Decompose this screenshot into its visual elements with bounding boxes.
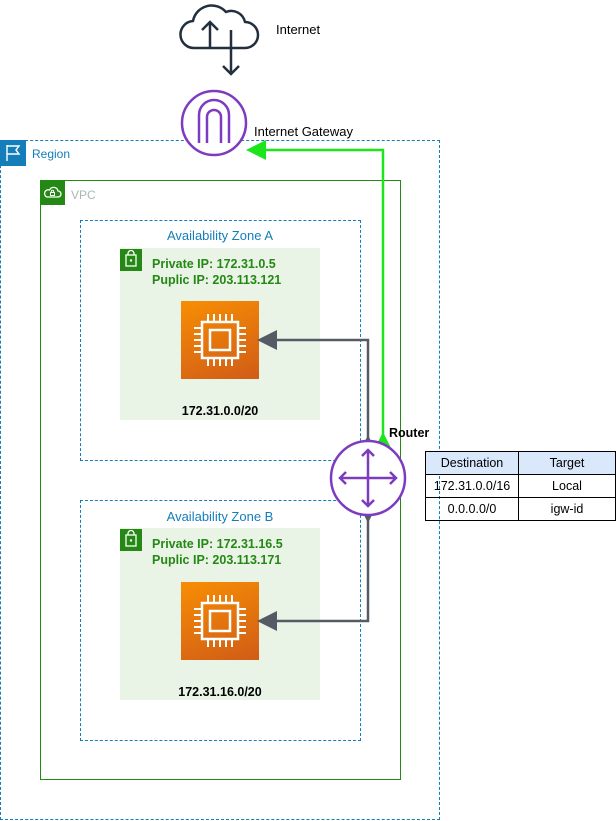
route-target-cell: Local bbox=[518, 474, 616, 498]
internet-gateway-icon bbox=[180, 89, 248, 157]
route-table-header-target: Target bbox=[518, 451, 616, 475]
route-table-header: Destination Target bbox=[425, 451, 616, 475]
route-destination-cell: 0.0.0.0/0 bbox=[425, 497, 519, 521]
route-destination-cell: 172.31.0.0/16 bbox=[425, 474, 519, 498]
route-target-cell: igw-id bbox=[518, 497, 616, 521]
internet-cloud-icon bbox=[179, 4, 260, 76]
router-icon bbox=[329, 439, 407, 517]
route-table: Destination Target 172.31.0.0/16 Local 0… bbox=[425, 451, 616, 521]
internet-label: Internet bbox=[276, 22, 321, 37]
table-row: 0.0.0.0/0 igw-id bbox=[425, 497, 616, 521]
router-label: Router bbox=[389, 426, 430, 440]
internet-route-arrow bbox=[246, 140, 393, 452]
internet-gateway-label: Internet Gateway bbox=[254, 124, 353, 139]
router-to-ec2-a-arrow bbox=[257, 330, 378, 455]
router-to-ec2-b-arrow bbox=[257, 503, 378, 631]
route-table-header-destination: Destination bbox=[425, 451, 519, 475]
table-row: 172.31.0.0/16 Local bbox=[425, 474, 616, 498]
